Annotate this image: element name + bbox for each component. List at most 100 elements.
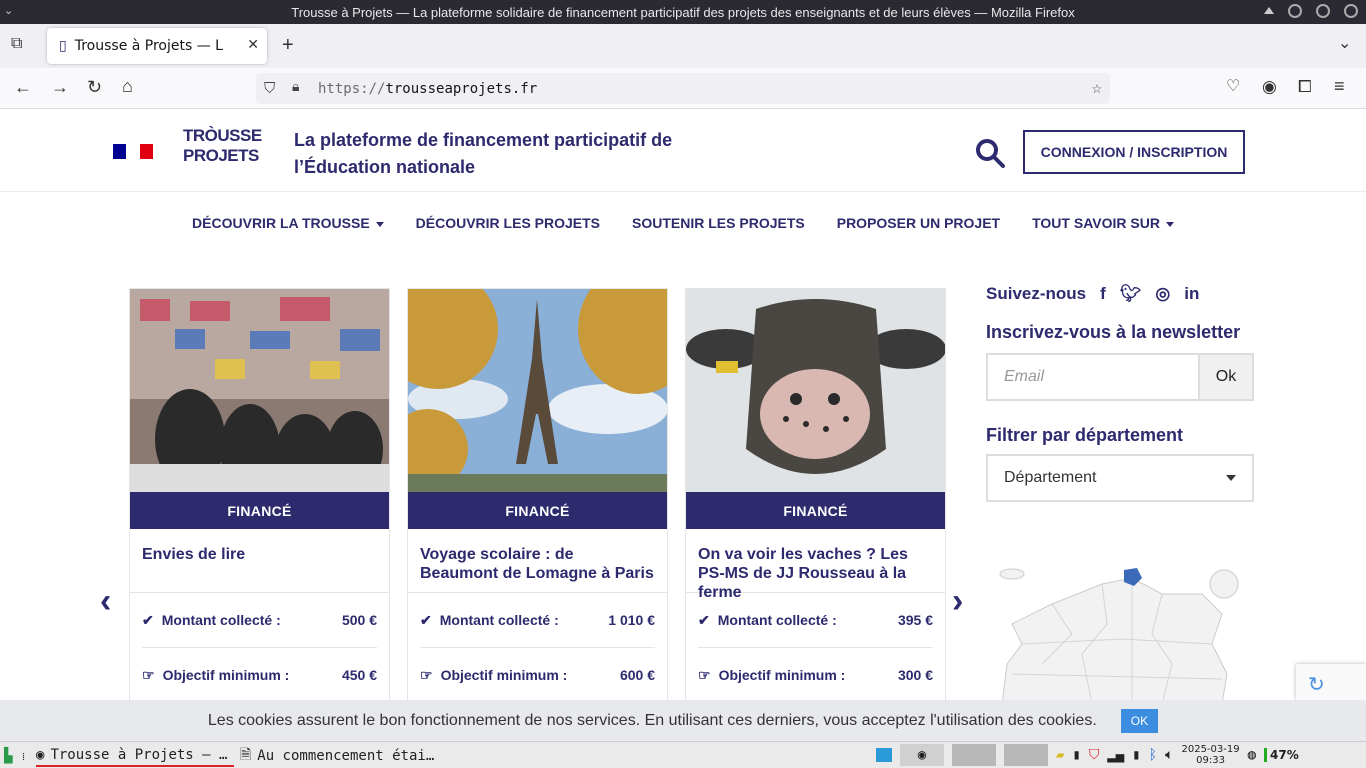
project-title[interactable]: Voyage scolaire : de Beaumont de Lomagne…: [408, 529, 667, 593]
project-title[interactable]: On va voir les vaches ? Les PS-MS de JJ …: [686, 529, 945, 601]
minimum-goal-row: ☞ Objectif minimum : 600 €: [408, 648, 667, 700]
project-card[interactable]: FINANCÉ Envies de lire ✔ Montant collecté…: [129, 288, 390, 700]
volume-icon[interactable]: 🔈︎: [1165, 747, 1173, 763]
app-menu-icon[interactable]: ≡: [1334, 77, 1345, 95]
dropdown-caret-icon: [375, 221, 384, 227]
forward-button[interactable]: →: [51, 78, 69, 96]
window-shade-icon[interactable]: [1264, 7, 1274, 14]
department-select[interactable]: Département: [986, 454, 1254, 502]
amount-collected-row: ✔ Montant collecté : 500 €: [130, 593, 389, 647]
project-title[interactable]: Envies de lire: [130, 529, 389, 593]
login-signup-button[interactable]: CONNEXION / INSCRIPTION: [1023, 130, 1245, 174]
workspace-1[interactable]: [952, 744, 996, 766]
nav-proposer-un-projet[interactable]: PROPOSER UN PROJET: [837, 215, 1000, 231]
minimum-goal-label: Objectif minimum :: [162, 667, 290, 683]
back-button[interactable]: ←: [14, 78, 32, 96]
linkedin-icon[interactable]: in: [1184, 284, 1199, 304]
desktop-switch-icon[interactable]: ⁞: [22, 745, 25, 767]
home-button[interactable]: ⌂: [122, 77, 133, 95]
tab-trousse-a-projets[interactable]: ▯ Trousse à Projets — L ✕: [47, 28, 267, 64]
filter-title: Filtrer par département: [986, 425, 1184, 445]
instagram-icon[interactable]: ◎: [1155, 284, 1170, 304]
trousse-a-projets-logo[interactable]: TRÒUSSE PROJETS: [183, 126, 262, 178]
shield-icon[interactable]: ⛉: [1089, 747, 1100, 763]
flag-white-stripe: [126, 144, 140, 159]
cookie-text: Les cookies assurent le bon fonctionneme…: [207, 711, 1097, 729]
project-image-cow[interactable]: [686, 289, 945, 492]
clock-time: 09:33: [1196, 755, 1225, 766]
department-select-value: Département: [1004, 469, 1097, 486]
france-department-map[interactable]: [992, 564, 1252, 700]
tab-bar: ⧉ ▯ Trousse à Projets — L ✕ + ⌄: [0, 24, 1366, 68]
carousel-next-arrow-icon[interactable]: ›: [952, 582, 963, 621]
maximize-button[interactable]: [1316, 4, 1330, 18]
battery-percentage[interactable]: 47%: [1264, 748, 1299, 762]
window-titlebar: ⌄ Trousse à Projets — La plateforme soli…: [0, 0, 1366, 24]
url-scheme: https://: [318, 80, 386, 97]
project-image-bookshop[interactable]: [130, 289, 389, 492]
check-icon: ✔: [698, 611, 710, 628]
minimum-goal-value: 450 €: [341, 667, 377, 683]
project-card[interactable]: FINANCÉ Voyage scolaire : de Beaumont de…: [407, 288, 668, 700]
notes-icon[interactable]: ▰: [1056, 747, 1064, 763]
nav-soutenir-les-projets[interactable]: SOUTENIR LES PROJETS: [632, 215, 805, 231]
network-signal-icon[interactable]: ▂▄: [1107, 747, 1124, 763]
bluetooth-icon[interactable]: ᛒ: [1149, 747, 1157, 763]
twitter-icon[interactable]: 🐦︎: [1120, 284, 1142, 304]
app-tray-icon[interactable]: [876, 748, 892, 762]
clock[interactable]: 2025-03-19 09:33: [1181, 744, 1239, 766]
minimum-goal-row: ☞ Objectif minimum : 300 €: [686, 648, 945, 700]
bookmark-star-icon[interactable]: ☆: [1092, 78, 1102, 98]
new-tab-button[interactable]: +: [282, 35, 294, 55]
battery-device-icon[interactable]: ▮: [1132, 747, 1140, 763]
lock-icon[interactable]: 🔒︎: [292, 79, 299, 95]
reload-button[interactable]: ↻: [87, 78, 102, 96]
project-card[interactable]: FINANCÉ On va voir les vaches ? Les PS-M…: [685, 288, 946, 700]
chevron-down-icon: [1226, 475, 1236, 481]
tracking-protection-shield-icon[interactable]: ⛉: [264, 79, 275, 97]
carousel-prev-arrow-icon[interactable]: ‹: [100, 582, 111, 621]
firefox-icon: ◉: [36, 747, 45, 763]
workspace-2[interactable]: [1004, 744, 1048, 766]
taskbar-task-document[interactable]: 🗎︎ Au commencement étai…: [240, 745, 460, 767]
recaptcha-badge[interactable]: ↻: [1296, 664, 1366, 700]
minimum-goal-value: 300 €: [897, 667, 933, 683]
firefox-tray-icon[interactable]: ◉: [900, 744, 944, 766]
facebook-icon[interactable]: f: [1100, 284, 1106, 304]
tab-overview-icon[interactable]: ⧉: [11, 36, 22, 52]
clipboard-icon[interactable]: ▮: [1072, 747, 1080, 763]
close-tab-icon[interactable]: ✕: [247, 37, 259, 53]
tab-title: Trousse à Projets — L: [74, 38, 223, 54]
window-menu-icon[interactable]: ⌄: [4, 4, 13, 17]
search-icon[interactable]: [974, 137, 1006, 169]
sidebar: Suivez-nous f 🐦︎ ◎ in Inscrivez-vous à l…: [986, 284, 1254, 502]
app-menu-icon[interactable]: ▙: [4, 745, 12, 767]
check-icon: ✔: [142, 611, 154, 628]
nav-decouvrir-la-trousse[interactable]: DÉCOUVRIR LA TROUSSE: [192, 215, 384, 231]
email-input[interactable]: Email: [986, 353, 1198, 401]
extensions-icon[interactable]: ⧠: [1298, 78, 1312, 95]
minimize-button[interactable]: [1288, 4, 1302, 18]
address-bar[interactable]: ⛉ 🔒︎ https:// trousseaprojets.fr ☆: [256, 73, 1110, 104]
status-badge: FINANCÉ: [686, 492, 945, 529]
main-navigation: DÉCOUVRIR LA TROUSSE DÉCOUVRIR LES PROJE…: [0, 192, 1366, 254]
account-icon[interactable]: ◉: [1262, 78, 1277, 95]
amount-collected-value: 1 010 €: [608, 612, 655, 628]
window-controls: [1264, 4, 1358, 18]
status-badge: FINANCÉ: [130, 492, 389, 529]
settings-icon[interactable]: ◍: [1248, 747, 1256, 763]
project-image-eiffel-tower[interactable]: [408, 289, 667, 492]
site-tagline: La plateforme de financement participati…: [294, 130, 673, 177]
list-tabs-chevron-icon[interactable]: ⌄: [1338, 36, 1351, 52]
taskbar-task-firefox[interactable]: ◉ Trousse à Projets — …: [36, 745, 234, 767]
thumbs-up-icon: ☞: [142, 666, 155, 683]
cookie-ok-button[interactable]: OK: [1120, 708, 1159, 733]
logo-line-2: PROJETS: [183, 146, 259, 165]
nav-decouvrir-les-projets[interactable]: DÉCOUVRIR LES PROJETS: [416, 215, 600, 231]
nav-tout-savoir-sur[interactable]: TOUT SAVOIR SUR: [1032, 215, 1174, 231]
pocket-icon[interactable]: ♡: [1226, 79, 1240, 95]
newsletter-ok-button[interactable]: Ok: [1198, 353, 1254, 401]
document-icon: 🗎︎: [240, 747, 252, 763]
french-flag-logo[interactable]: [113, 144, 153, 159]
close-window-button[interactable]: [1344, 4, 1358, 18]
